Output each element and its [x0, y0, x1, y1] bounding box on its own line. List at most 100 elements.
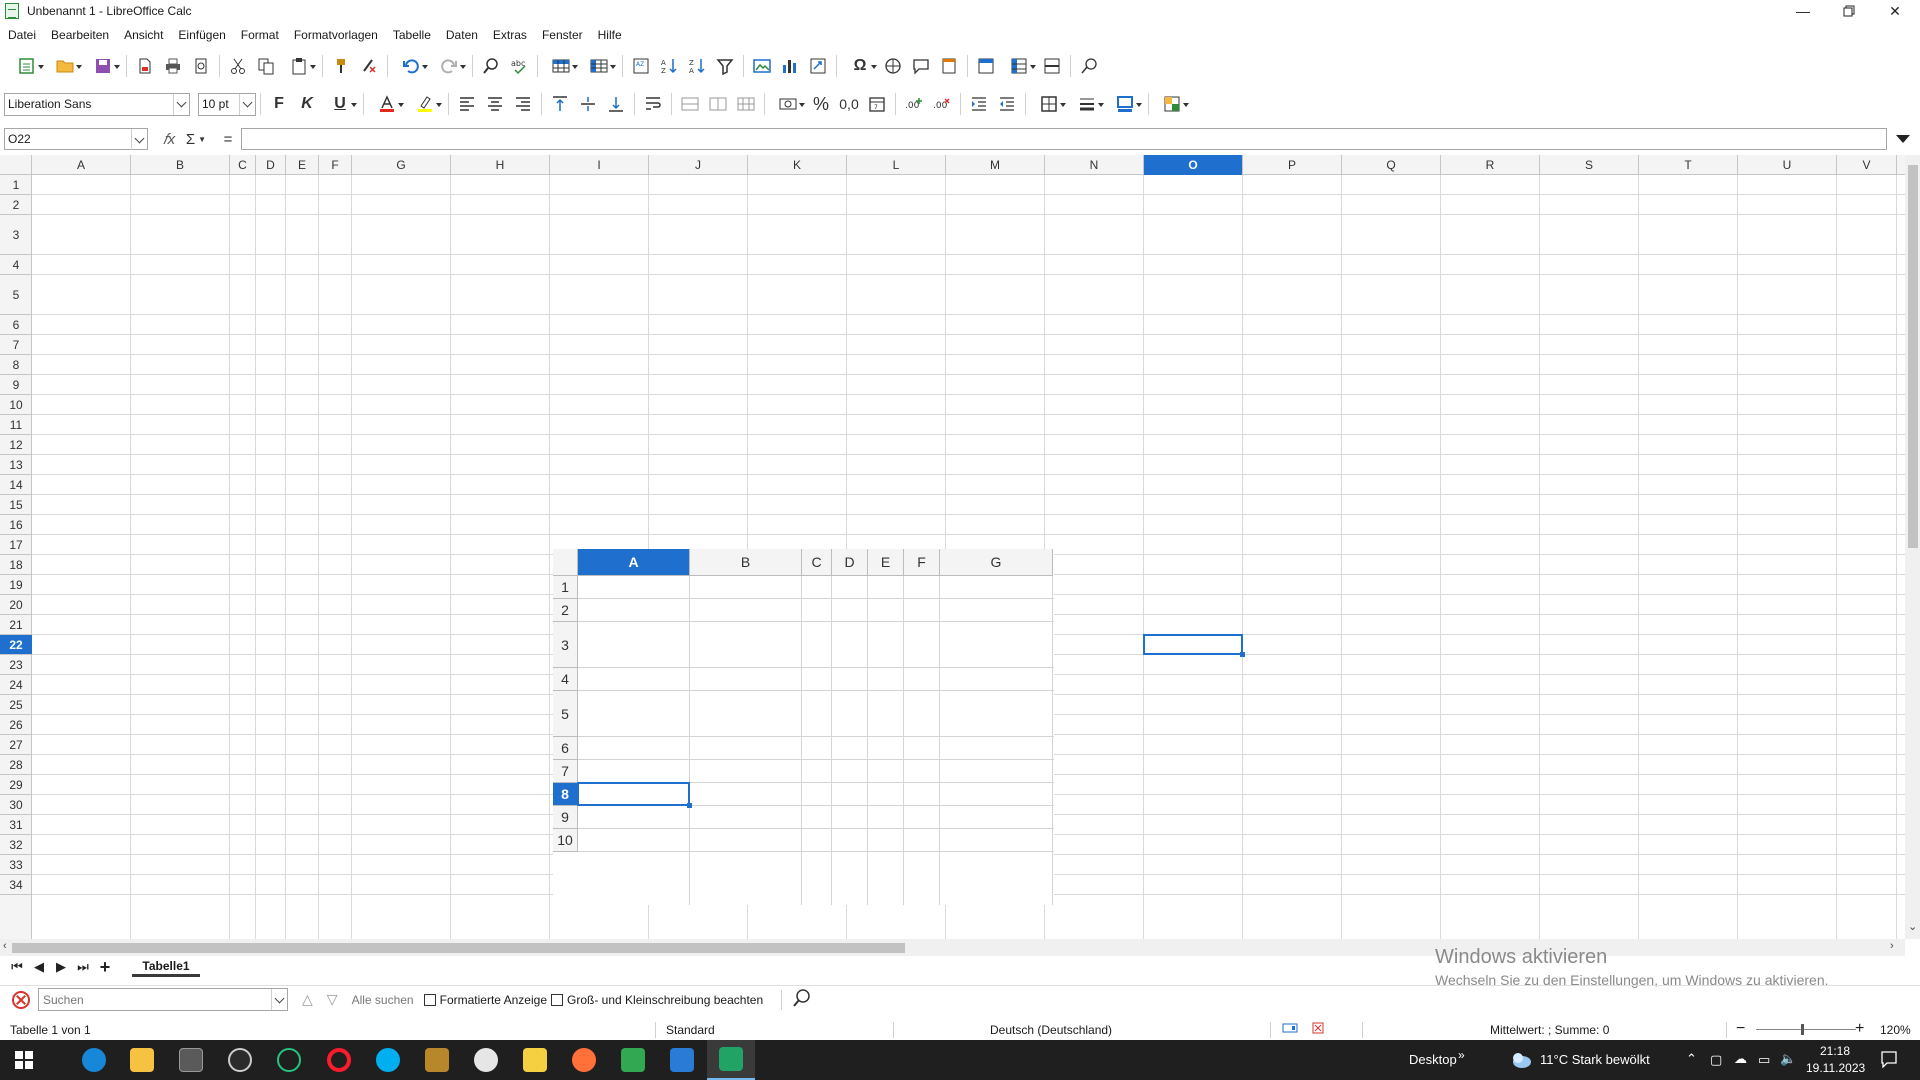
- column-header-u[interactable]: U: [1738, 155, 1837, 175]
- conditional-format-button[interactable]: [1153, 90, 1191, 118]
- find-input[interactable]: Suchen: [38, 988, 288, 1011]
- scroll-right-arrow-icon[interactable]: ›: [1890, 940, 1894, 952]
- sort-descending-button[interactable]: ZA: [683, 52, 711, 80]
- column-header-e[interactable]: E: [286, 155, 319, 175]
- menu-daten[interactable]: Daten: [446, 28, 478, 42]
- unmerge-cells-button[interactable]: [732, 90, 760, 118]
- number-format-button[interactable]: 0,0: [835, 90, 863, 118]
- taskbar-calculator[interactable]: [167, 1040, 215, 1080]
- row-header-20[interactable]: 20: [0, 595, 32, 615]
- selection-mode-icon[interactable]: [1282, 1022, 1298, 1037]
- split-window-button[interactable]: [1038, 52, 1066, 80]
- chevron-down-icon[interactable]: [173, 93, 189, 115]
- scroll-left-arrow-icon[interactable]: ‹: [3, 940, 7, 952]
- row-header-33[interactable]: 33: [0, 855, 32, 875]
- redo-button[interactable]: [430, 52, 468, 80]
- horizontal-scroll-thumb[interactable]: [12, 943, 905, 953]
- column-header-m[interactable]: M: [946, 155, 1045, 175]
- menu-tabelle[interactable]: Tabelle: [393, 28, 431, 42]
- decrease-indent-button[interactable]: [993, 90, 1021, 118]
- menu-einfuegen[interactable]: Einfügen: [178, 28, 225, 42]
- menu-fenster[interactable]: Fenster: [542, 28, 583, 42]
- find-previous-icon[interactable]: △: [302, 991, 313, 1008]
- taskbar-file-explorer[interactable]: [118, 1040, 166, 1080]
- italic-button[interactable]: K: [293, 90, 321, 118]
- menu-datei[interactable]: Datei: [8, 28, 36, 42]
- percent-format-button[interactable]: %: [807, 90, 835, 118]
- font-color-button[interactable]: [368, 90, 406, 118]
- column-button[interactable]: [580, 52, 618, 80]
- row-header-24[interactable]: 24: [0, 675, 32, 695]
- taskbar-app-12[interactable]: [609, 1040, 657, 1080]
- chevron-down-icon[interactable]: [271, 989, 287, 1010]
- align-middle-button[interactable]: [574, 90, 602, 118]
- network-icon[interactable]: ▭: [1758, 1052, 1770, 1068]
- chevron-down-icon[interactable]: [131, 129, 147, 150]
- row-header-12[interactable]: 12: [0, 435, 32, 455]
- define-print-area-button[interactable]: [972, 52, 1000, 80]
- selection-summary[interactable]: Mittelwert: ; Summe: 0: [1490, 1023, 1609, 1037]
- column-header-g[interactable]: G: [352, 155, 451, 175]
- find-replace-dialog-button[interactable]: [792, 988, 812, 1011]
- row-header-23[interactable]: 23: [0, 655, 32, 675]
- taskbar-app-9[interactable]: [462, 1040, 510, 1080]
- formatted-display-checkbox[interactable]: [423, 993, 436, 1006]
- row-header-15[interactable]: 15: [0, 495, 32, 515]
- row-header-6[interactable]: 6: [0, 315, 32, 335]
- next-sheet-icon[interactable]: ▶: [50, 959, 72, 975]
- align-top-button[interactable]: [546, 90, 574, 118]
- row-header-1[interactable]: 1: [0, 175, 32, 195]
- formula-input[interactable]: [241, 128, 1887, 150]
- match-case-checkbox[interactable]: [551, 993, 563, 1006]
- menu-bearbeiten[interactable]: Bearbeiten: [51, 28, 109, 42]
- row-header-22[interactable]: 22: [0, 635, 32, 655]
- align-right-button[interactable]: [509, 90, 537, 118]
- wrap-text-button[interactable]: [639, 90, 667, 118]
- zoom-out-icon[interactable]: −: [1736, 1020, 1745, 1038]
- last-sheet-icon[interactable]: ⏭: [72, 959, 94, 975]
- taskbar-app-5[interactable]: [265, 1040, 313, 1080]
- align-left-button[interactable]: [453, 90, 481, 118]
- active-cell-cursor[interactable]: [1143, 634, 1245, 657]
- column-header-n[interactable]: N: [1045, 155, 1144, 175]
- zoom-slider-handle[interactable]: [1801, 1024, 1804, 1035]
- sort-ascending-button[interactable]: AZ: [655, 52, 683, 80]
- taskbar-app-10[interactable]: [511, 1040, 559, 1080]
- start-button[interactable]: [0, 1040, 48, 1080]
- menu-format[interactable]: Format: [241, 28, 279, 42]
- row-button[interactable]: [542, 52, 580, 80]
- column-header-b[interactable]: B: [131, 155, 230, 175]
- previous-sheet-icon[interactable]: ◀: [28, 959, 50, 975]
- row-header-32[interactable]: 32: [0, 835, 32, 855]
- column-header-f[interactable]: F: [319, 155, 352, 175]
- sum-button[interactable]: Σ ▼: [184, 129, 208, 149]
- open-button[interactable]: [46, 52, 84, 80]
- column-header-a[interactable]: A: [32, 155, 131, 175]
- row-header-28[interactable]: 28: [0, 755, 32, 775]
- pivot-table-button[interactable]: [804, 52, 832, 80]
- column-header-l[interactable]: L: [847, 155, 946, 175]
- column-header-i[interactable]: I: [550, 155, 649, 175]
- row-header-3[interactable]: 3: [0, 215, 32, 255]
- comment-button[interactable]: [907, 52, 935, 80]
- bold-button[interactable]: F: [265, 90, 293, 118]
- clock-date[interactable]: 19.11.2023: [1806, 1061, 1865, 1075]
- speaker-icon[interactable]: 🔈: [1780, 1051, 1796, 1067]
- zoom-slider[interactable]: [1756, 1029, 1856, 1030]
- row-header-9[interactable]: 9: [0, 375, 32, 395]
- row-header-8[interactable]: 8: [0, 355, 32, 375]
- column-header-h[interactable]: H: [451, 155, 550, 175]
- delete-decimal-button[interactable]: .00: [928, 90, 956, 118]
- vertical-scrollbar[interactable]: ⌄: [1905, 155, 1920, 939]
- header-footer-button[interactable]: [935, 52, 963, 80]
- find-all-button[interactable]: Alle suchen: [352, 993, 414, 1007]
- column-header-s[interactable]: S: [1540, 155, 1639, 175]
- row-header-14[interactable]: 14: [0, 475, 32, 495]
- align-bottom-button[interactable]: [602, 90, 630, 118]
- minimize-button[interactable]: —: [1780, 0, 1826, 22]
- name-box[interactable]: O22: [4, 128, 148, 150]
- taskbar-app-4[interactable]: [216, 1040, 264, 1080]
- print-preview-button[interactable]: [187, 52, 215, 80]
- menu-hilfe[interactable]: Hilfe: [598, 28, 622, 42]
- spelling-button[interactable]: abc: [505, 52, 533, 80]
